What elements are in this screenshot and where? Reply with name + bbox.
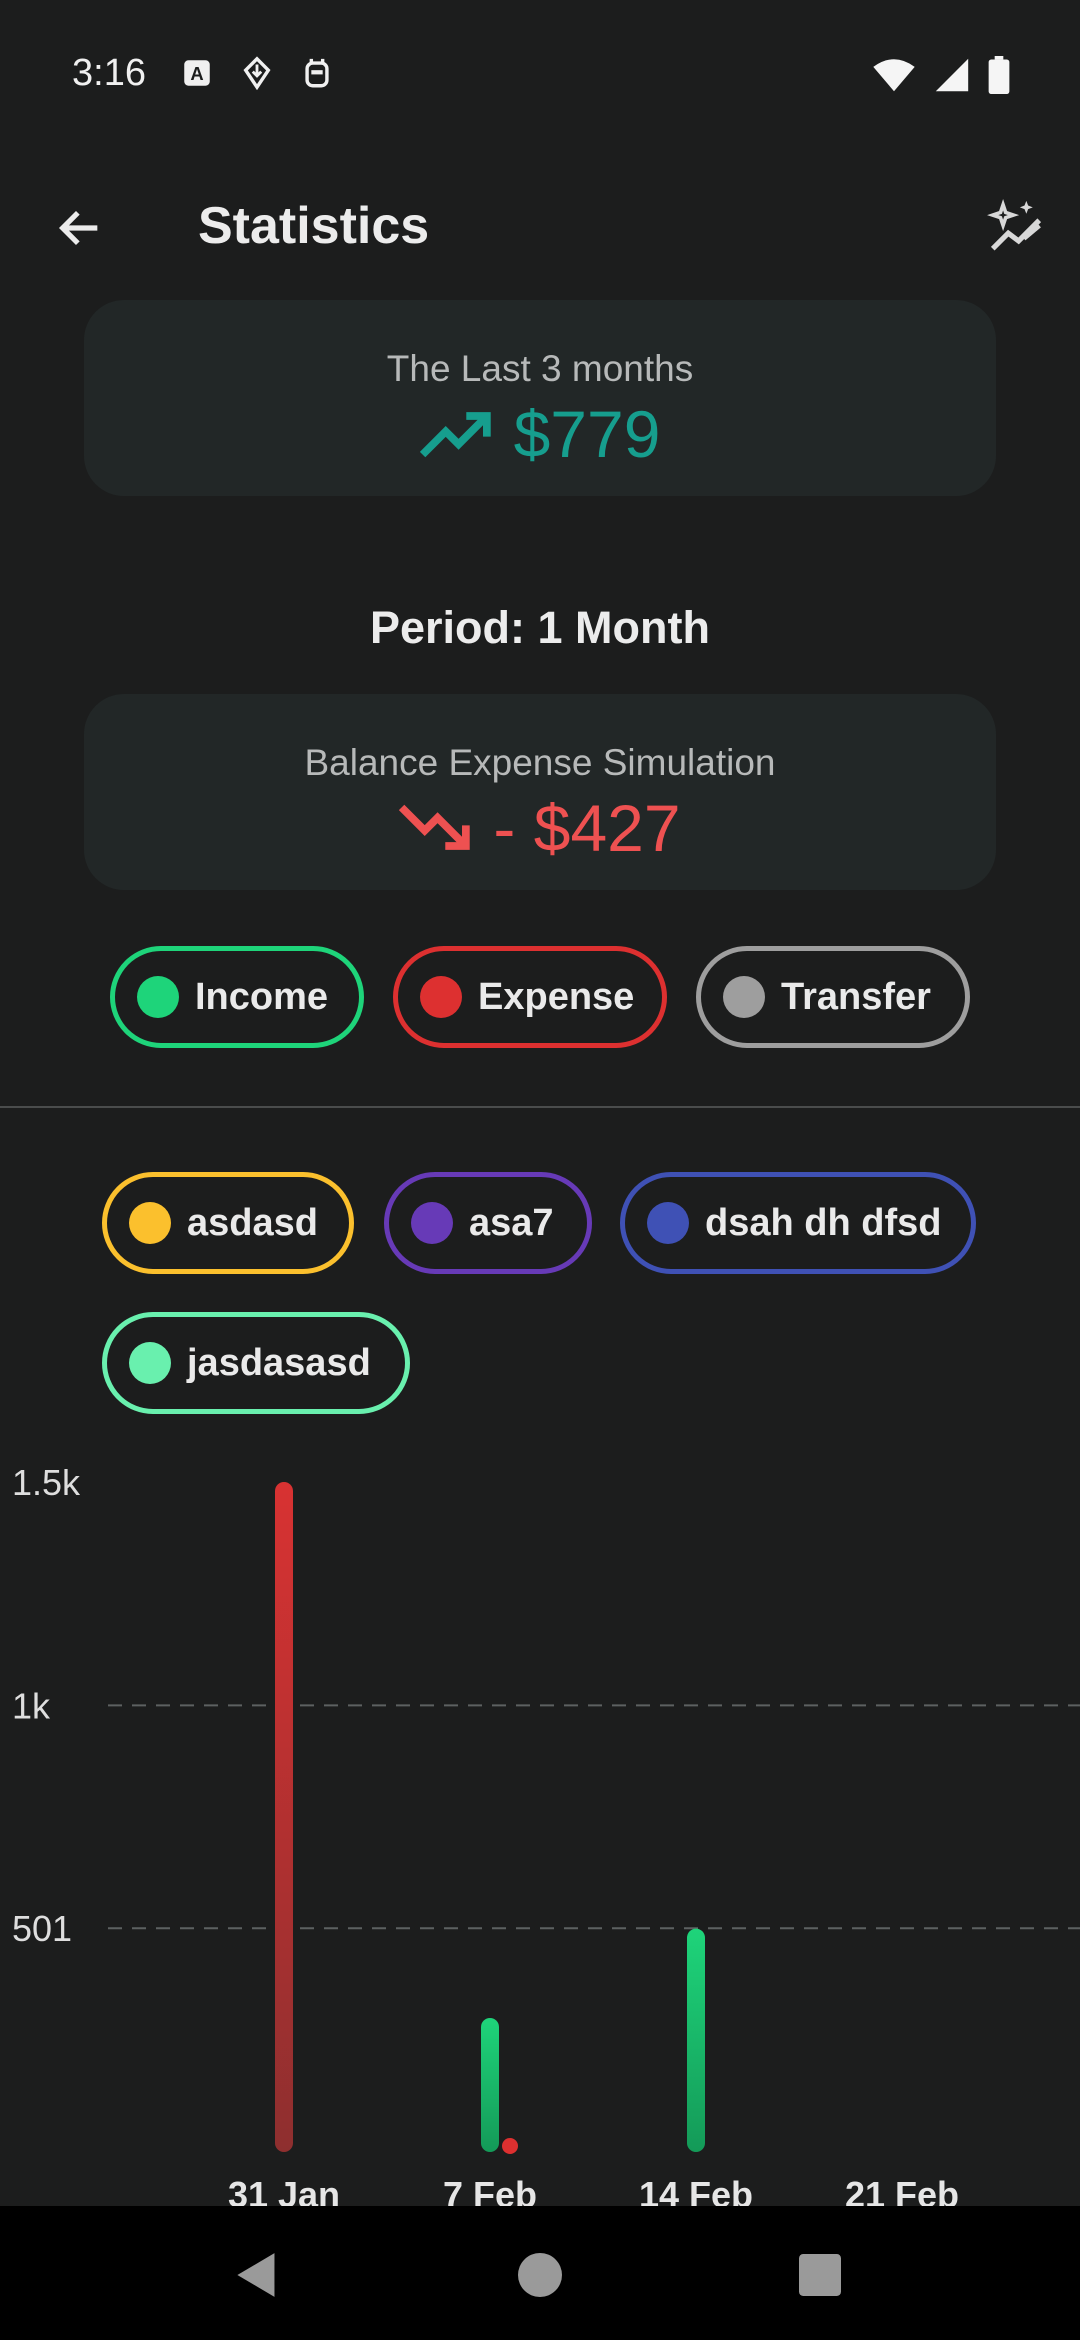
bar-chart: 1.5k1k501 31 Jan 7 Feb 14 Feb 21 Feb — [12, 1462, 1080, 2215]
status-system-icons — [872, 56, 1010, 94]
bar-income-14-feb[interactable] — [687, 1928, 705, 2152]
page-title: Statistics — [198, 197, 430, 255]
chip-label: asa7 — [469, 1201, 554, 1244]
status-time: 3:16 — [72, 52, 146, 94]
chip-label: asdasd — [187, 1201, 318, 1244]
bar-income-7-feb[interactable] — [481, 2018, 499, 2152]
filter-chip-transfer[interactable]: Transfer — [696, 946, 970, 1048]
account-dot — [129, 1342, 171, 1384]
nav-recents-icon — [799, 2254, 841, 2296]
simulation-value: - $427 — [493, 791, 681, 865]
trending-up-icon — [419, 412, 491, 458]
keyboard-a-icon: A — [184, 60, 210, 86]
filter-chip-expense[interactable]: Expense — [393, 946, 667, 1048]
account-dot — [129, 1202, 171, 1244]
simulation-card: Balance Expense Simulation - $427 — [84, 694, 996, 890]
period-label[interactable]: Period: 1 Month — [0, 602, 1080, 654]
nav-home-icon — [518, 2253, 562, 2297]
account-chip-asa7[interactable]: asa7 — [384, 1172, 592, 1274]
download-shield-icon — [243, 56, 271, 90]
nav-recents-button[interactable] — [775, 2230, 865, 2320]
nav-home-button[interactable] — [495, 2230, 585, 2320]
nav-back-icon — [237, 2253, 275, 2297]
summary-value-row: $779 — [84, 396, 996, 472]
filter-chip-income[interactable]: Income — [110, 946, 364, 1048]
status-bar: 3:16 A — [0, 0, 1080, 150]
back-button[interactable] — [40, 188, 120, 268]
wifi-icon — [873, 59, 915, 92]
y-tick-label: 501 — [12, 1908, 72, 1949]
y-tick-label: 1k — [12, 1685, 51, 1726]
chip-label: Income — [195, 975, 329, 1018]
chart-grid — [108, 1704, 1080, 1930]
robot-face-icon — [305, 58, 329, 88]
sparkle-trend-icon — [987, 199, 1042, 251]
cell-signal-icon — [935, 58, 969, 92]
status-notification-icons: A — [180, 56, 334, 90]
simulation-value-row: - $427 — [84, 790, 996, 866]
chip-label: Transfer — [781, 975, 931, 1018]
trending-down-icon — [399, 804, 471, 850]
account-dot — [647, 1202, 689, 1244]
simulation-label: Balance Expense Simulation — [304, 742, 776, 783]
bar-expense-31-jan[interactable] — [275, 1482, 293, 2152]
chart-bars — [275, 1482, 705, 2154]
account-chip-jasdasasd[interactable]: jasdasasd — [102, 1312, 410, 1414]
chip-label: Expense — [478, 975, 635, 1018]
account-dot — [411, 1202, 453, 1244]
summary-label: The Last 3 months — [386, 348, 694, 389]
app-bar: Statistics — [0, 170, 1080, 280]
system-nav-bar — [0, 2206, 1080, 2340]
svg-text:A: A — [190, 63, 203, 84]
transfer-dot — [723, 976, 765, 1018]
chart-y-axis: 1.5k 1k 501 — [12, 1462, 81, 1949]
divider — [0, 1106, 1080, 1108]
chip-label: jasdasasd — [187, 1341, 371, 1384]
income-dot — [137, 976, 179, 1018]
summary-value: $779 — [513, 397, 661, 471]
bar-expense-7-feb[interactable] — [502, 2138, 518, 2154]
battery-icon — [988, 56, 1010, 94]
insights-button[interactable] — [976, 188, 1056, 268]
y-tick-label: 1.5k — [12, 1462, 81, 1503]
arrow-left-icon — [58, 210, 98, 246]
nav-back-button[interactable] — [212, 2230, 302, 2320]
summary-card: The Last 3 months $779 — [84, 300, 996, 496]
account-chip-dsah-dh-dfsd[interactable]: dsah dh dfsd — [620, 1172, 976, 1274]
expense-dot — [420, 976, 462, 1018]
account-chip-asdasd[interactable]: asdasd — [102, 1172, 354, 1274]
chip-label: dsah dh dfsd — [705, 1201, 942, 1244]
